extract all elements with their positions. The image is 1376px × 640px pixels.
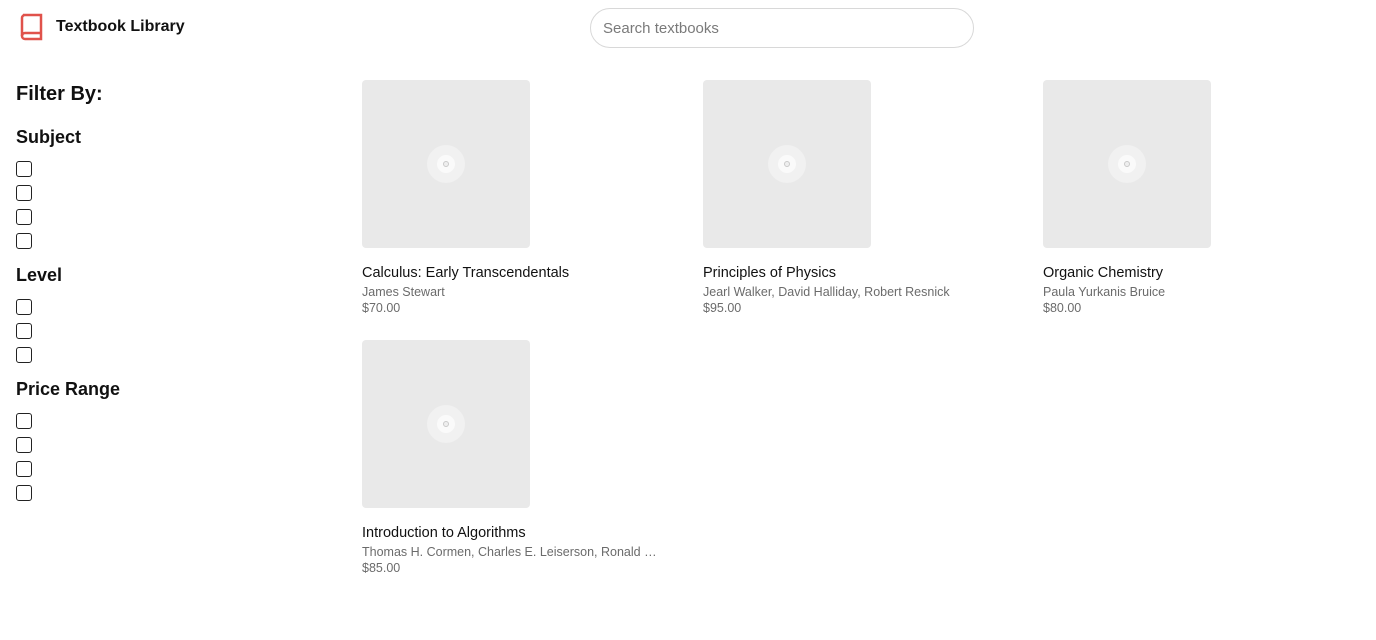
- book-card[interactable]: Introduction to Algorithms Thomas H. Cor…: [362, 340, 682, 590]
- filter-group-subject: Subject: [16, 127, 316, 249]
- book-author: James Stewart: [362, 285, 445, 299]
- book-author: Thomas H. Cormen, Charles E. Leiserson, …: [362, 545, 662, 559]
- book-cover-image[interactable]: [362, 80, 530, 248]
- book-cover-image[interactable]: [1043, 80, 1211, 248]
- app-header: Textbook Library: [0, 0, 1376, 56]
- filter-group-level: Level: [16, 265, 316, 363]
- price-range-checkbox[interactable]: [16, 437, 32, 453]
- price-range-checkbox[interactable]: [16, 485, 32, 501]
- level-checkbox[interactable]: [16, 347, 32, 363]
- filter-sidebar: Filter By: Subject Level Price Range: [16, 80, 316, 501]
- subject-checkbox[interactable]: [16, 209, 32, 225]
- image-placeholder-icon: [768, 145, 806, 183]
- book-title[interactable]: Principles of Physics: [703, 265, 836, 281]
- price-range-checkbox[interactable]: [16, 413, 32, 429]
- search-input[interactable]: [590, 8, 974, 48]
- filter-heading: Filter By:: [16, 83, 103, 105]
- book-price: $95.00: [703, 301, 742, 315]
- image-placeholder-icon: [427, 145, 465, 183]
- book-card[interactable]: Principles of Physics Jearl Walker, Davi…: [703, 80, 1023, 330]
- price-range-checkbox[interactable]: [16, 461, 32, 477]
- subject-checkbox[interactable]: [16, 161, 32, 177]
- subject-checkbox[interactable]: [16, 233, 32, 249]
- image-placeholder-icon: [427, 405, 465, 443]
- book-author: Jearl Walker, David Halliday, Robert Res…: [703, 285, 950, 299]
- book-price: $70.00: [362, 301, 401, 315]
- book-card[interactable]: Calculus: Early Transcendentals James St…: [362, 80, 682, 330]
- image-placeholder-icon: [1108, 145, 1146, 183]
- filter-group-title: Subject: [16, 127, 82, 147]
- level-checkbox[interactable]: [16, 299, 32, 315]
- book-card[interactable]: Organic Chemistry Paula Yurkanis Bruice …: [1043, 80, 1363, 330]
- book-author: Paula Yurkanis Bruice: [1043, 285, 1166, 299]
- book-icon[interactable]: [18, 12, 46, 44]
- book-title[interactable]: Calculus: Early Transcendentals: [362, 265, 569, 281]
- level-checkbox[interactable]: [16, 323, 32, 339]
- book-cover-image[interactable]: [362, 340, 530, 508]
- subject-checkbox[interactable]: [16, 185, 32, 201]
- book-title[interactable]: Organic Chemistry: [1043, 265, 1163, 281]
- book-cover-image[interactable]: [703, 80, 871, 248]
- book-title[interactable]: Introduction to Algorithms: [362, 525, 526, 541]
- book-price: $85.00: [362, 561, 401, 575]
- filter-group-title: Level: [16, 265, 63, 285]
- filter-group-price-range: Price Range: [16, 379, 316, 501]
- app-title: Textbook Library: [56, 18, 185, 35]
- book-price: $80.00: [1043, 301, 1082, 315]
- filter-group-title: Price Range: [16, 379, 121, 399]
